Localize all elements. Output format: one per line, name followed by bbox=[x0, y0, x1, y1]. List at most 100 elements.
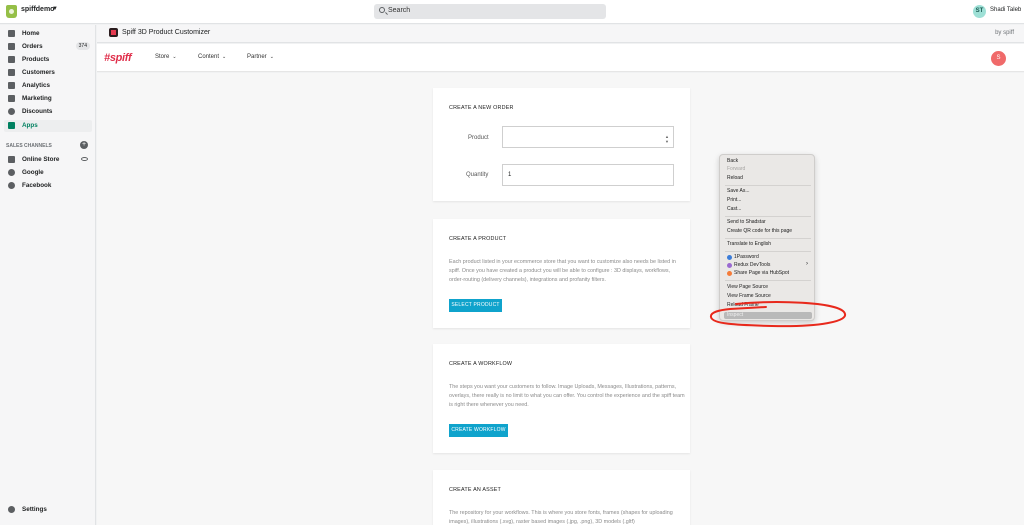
create-workflow-button[interactable]: CREATE WORKFLOW bbox=[449, 424, 508, 437]
sidebar-item-label: Online Store bbox=[22, 156, 60, 163]
store-menu[interactable]: Store ⌄ bbox=[155, 54, 177, 60]
sidebar-item-marketing[interactable]: Marketing bbox=[4, 93, 92, 105]
sidebar-item-facebook[interactable]: Facebook bbox=[4, 180, 92, 192]
sidebar-item-label: Apps bbox=[22, 122, 38, 129]
select-product-button[interactable]: SELECT PRODUCT bbox=[449, 299, 502, 312]
context-item-create-qr[interactable]: Create QR code for this page bbox=[727, 228, 792, 234]
product-label: Product bbox=[468, 135, 489, 141]
create-product-card: CREATE A PRODUCT Each product listed in … bbox=[433, 219, 690, 328]
spiff-logo[interactable]: #spiff bbox=[104, 52, 132, 64]
store-name[interactable]: spiffdemo bbox=[21, 6, 54, 13]
create-asset-card: CREATE AN ASSET The repository for your … bbox=[433, 470, 690, 525]
create-order-card: CREATE A NEW ORDER Product ▲ ▼ Quantity 1 bbox=[433, 88, 690, 201]
sidebar-item-label: Customers bbox=[22, 69, 55, 76]
sidebar-item-settings[interactable]: Settings bbox=[4, 504, 92, 516]
sidebar-item-online-store[interactable]: Online Store bbox=[4, 154, 92, 166]
spiff-navbar: #spiff Store ⌄ Content ⌄ Partner ⌄ S bbox=[97, 44, 1024, 72]
context-item-1password[interactable]: 1Password bbox=[734, 254, 759, 260]
menu-divider bbox=[725, 238, 811, 239]
top-bar: spiffdemo ▼ Search ST Shadi Taleb bbox=[0, 0, 1024, 24]
user-avatar[interactable]: S bbox=[991, 51, 1006, 66]
search-placeholder: Search bbox=[388, 7, 411, 14]
sidebar-item-products[interactable]: Products bbox=[4, 54, 92, 66]
context-item-hubspot[interactable]: Share Page via HubSpot bbox=[734, 270, 789, 276]
context-menu: Back Forward Reload Save As... Print... … bbox=[719, 154, 815, 321]
context-item-redux-devtools[interactable]: Redux DevTools bbox=[734, 262, 770, 268]
select-arrows-icon: ▲ ▼ bbox=[665, 134, 669, 144]
store-icon bbox=[8, 156, 15, 163]
sidebar-item-label: Orders bbox=[22, 43, 43, 50]
discount-icon bbox=[8, 108, 15, 115]
quantity-label: Quantity bbox=[466, 172, 489, 178]
context-item-view-page-source[interactable]: View Page Source bbox=[727, 284, 768, 290]
search-icon bbox=[379, 7, 385, 13]
create-workflow-card: CREATE A WORKFLOW The steps you want you… bbox=[433, 344, 690, 453]
context-item-cast[interactable]: Cast... bbox=[727, 206, 741, 212]
sidebar-item-label: Settings bbox=[22, 506, 47, 513]
app-title: Spiff 3D Product Customizer bbox=[122, 29, 211, 36]
context-item-print[interactable]: Print... bbox=[727, 197, 741, 203]
chevron-down-icon: ⌄ bbox=[222, 54, 227, 60]
menu-divider bbox=[725, 280, 811, 281]
sidebar-item-apps[interactable]: Apps bbox=[4, 120, 92, 132]
context-item-forward: Forward bbox=[727, 166, 746, 172]
card-title: CREATE A PRODUCT bbox=[449, 236, 507, 242]
card-description: Each product listed in your ecommerce st… bbox=[449, 259, 676, 283]
partner-menu[interactable]: Partner ⌄ bbox=[247, 54, 274, 60]
hubspot-icon bbox=[727, 271, 732, 276]
sidebar-item-google[interactable]: Google bbox=[4, 167, 92, 179]
gear-icon bbox=[8, 506, 15, 513]
chevron-down-icon: ⌄ bbox=[172, 54, 177, 60]
menu-divider bbox=[725, 251, 811, 252]
orders-count-badge: 374 bbox=[75, 42, 90, 50]
sidebar-item-customers[interactable]: Customers bbox=[4, 67, 92, 79]
menu-divider bbox=[725, 185, 811, 186]
content-menu[interactable]: Content ⌄ bbox=[198, 54, 226, 60]
context-item-reload[interactable]: Reload bbox=[727, 175, 743, 181]
sidebar-item-label: Home bbox=[22, 30, 40, 37]
sidebar-item-home[interactable]: Home bbox=[4, 28, 92, 40]
user-name[interactable]: Shadi Taleb bbox=[990, 7, 1021, 13]
context-item-translate[interactable]: Translate to English bbox=[727, 241, 771, 247]
shopify-logo-icon[interactable] bbox=[6, 5, 17, 18]
app-developer: by spiff bbox=[995, 30, 1014, 36]
spiff-app-icon bbox=[109, 28, 118, 37]
quantity-input[interactable]: 1 bbox=[502, 164, 674, 186]
content-menu-label: Content bbox=[198, 54, 220, 60]
orders-icon bbox=[8, 43, 15, 50]
product-select[interactable]: ▲ ▼ bbox=[502, 126, 674, 148]
menu-divider bbox=[725, 216, 811, 217]
annotation-circle bbox=[709, 301, 847, 328]
bar-chart-icon bbox=[8, 82, 15, 89]
context-item-save-as[interactable]: Save As... bbox=[727, 188, 750, 194]
eye-icon[interactable] bbox=[81, 157, 88, 161]
store-menu-label: Store bbox=[155, 54, 170, 60]
sales-channels-header: SALES CHANNELS bbox=[6, 143, 52, 149]
sidebar-item-label: Analytics bbox=[22, 82, 50, 89]
chevron-right-icon: › bbox=[806, 261, 808, 267]
avatar[interactable]: ST bbox=[973, 5, 986, 18]
sidebar-item-label: Products bbox=[22, 56, 50, 63]
megaphone-icon bbox=[8, 95, 15, 102]
card-title: CREATE AN ASSET bbox=[449, 487, 502, 493]
main-content: CREATE A NEW ORDER Product ▲ ▼ Quantity 1… bbox=[97, 73, 1024, 525]
add-channel-icon[interactable]: + bbox=[80, 141, 88, 149]
app-header: Spiff 3D Product Customizer by spiff bbox=[97, 25, 1024, 43]
google-icon bbox=[8, 169, 15, 176]
search-bar[interactable]: Search bbox=[374, 4, 606, 19]
person-icon bbox=[8, 69, 15, 76]
card-description: The repository for your workflows. This … bbox=[449, 510, 673, 525]
sidebar-item-analytics[interactable]: Analytics bbox=[4, 80, 92, 92]
context-item-back[interactable]: Back bbox=[727, 158, 738, 164]
sidebar-item-label: Facebook bbox=[22, 182, 52, 189]
tag-icon bbox=[8, 56, 15, 63]
facebook-icon bbox=[8, 182, 15, 189]
sidebar-item-discounts[interactable]: Discounts bbox=[4, 106, 92, 118]
context-item-send-to-device[interactable]: Send to Shadstar bbox=[727, 219, 766, 225]
sidebar: Home Orders 374 Products Customers Analy… bbox=[0, 25, 96, 525]
card-title: CREATE A WORKFLOW bbox=[449, 361, 513, 367]
quantity-value: 1 bbox=[508, 172, 512, 178]
chevron-down-icon[interactable]: ▼ bbox=[52, 6, 58, 12]
1password-icon bbox=[727, 255, 732, 260]
sidebar-item-orders[interactable]: Orders 374 bbox=[4, 41, 92, 53]
